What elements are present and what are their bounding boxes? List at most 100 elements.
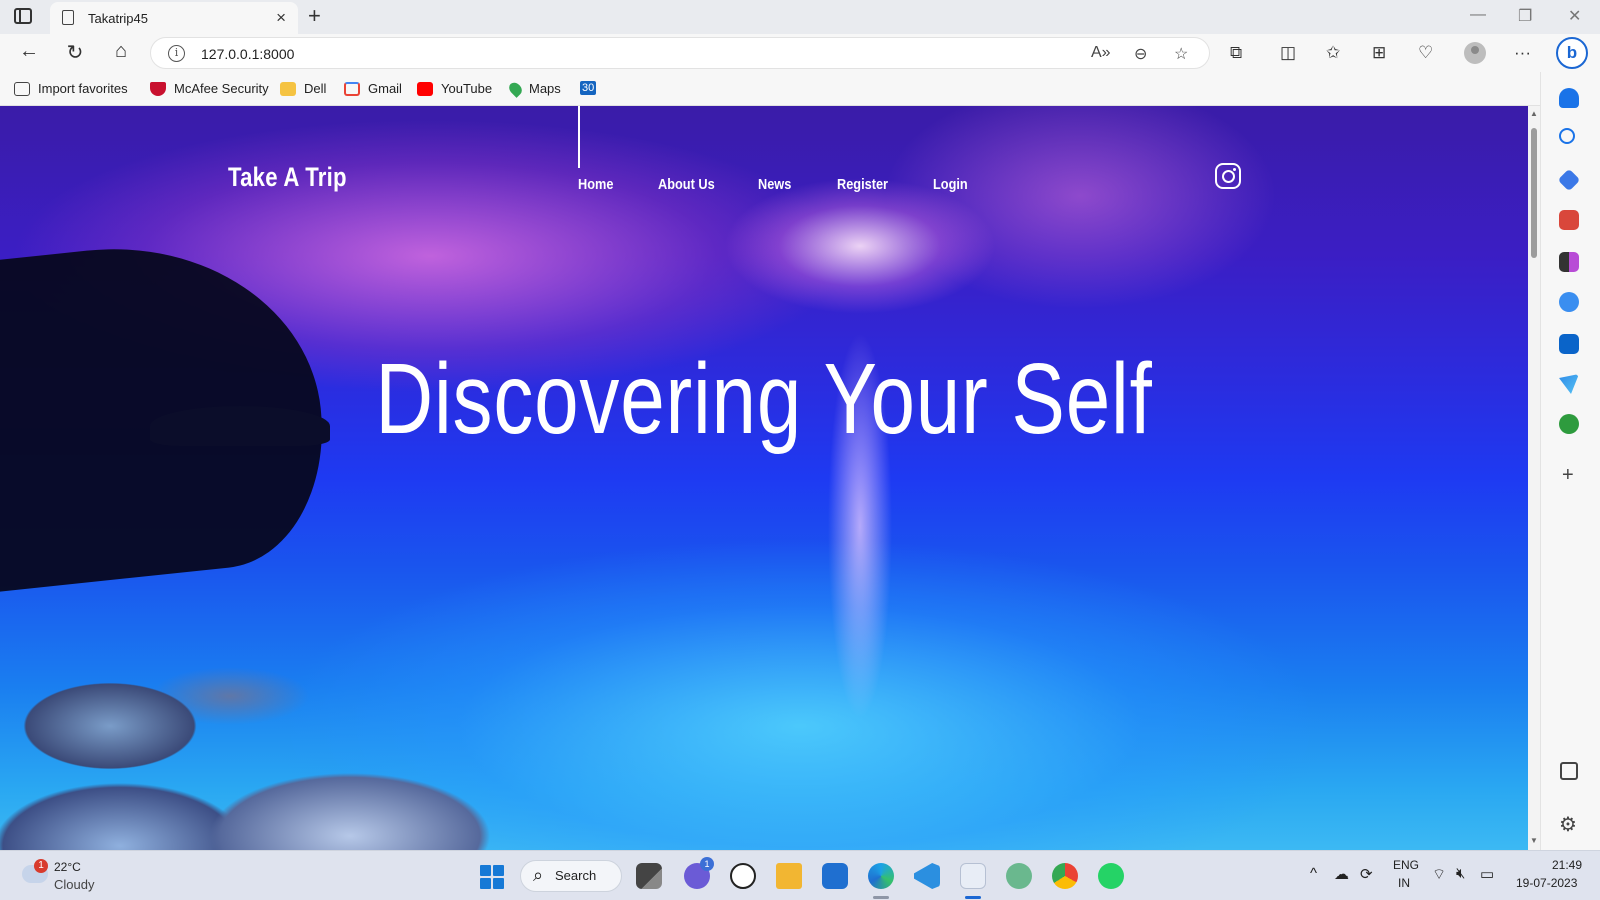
web-page-viewport: Take A Trip Home About Us News Register … — [0, 106, 1528, 850]
nav-login[interactable]: Login — [933, 176, 968, 193]
instagram-icon[interactable] — [1215, 163, 1241, 189]
onedrive-cloud-icon[interactable]: ☁ — [1334, 865, 1349, 883]
close-window-icon[interactable]: ✕ — [1568, 6, 1581, 26]
page-icon — [62, 10, 74, 25]
tab-strip: Takatrip45 × + — ❐ ✕ — [0, 0, 1600, 34]
active-indicator — [965, 896, 981, 899]
microsoft-365-icon[interactable] — [1559, 292, 1579, 312]
favorite-youtube[interactable]: YouTube — [417, 81, 492, 96]
scroll-thumb[interactable] — [1531, 128, 1537, 258]
running-indicator — [873, 896, 889, 899]
shopping-tag-icon[interactable] — [1557, 168, 1581, 192]
favorite-label: Maps — [529, 81, 561, 96]
search-icon[interactable] — [1559, 128, 1575, 144]
clock-date[interactable]: 19-07-2023 — [1516, 876, 1577, 890]
back-icon[interactable]: ← — [16, 40, 42, 63]
bing-copilot-icon[interactable]: b — [1556, 37, 1588, 69]
new-tab-icon[interactable]: + — [308, 3, 321, 29]
games-icon[interactable] — [1559, 252, 1579, 272]
home-icon[interactable]: ⌂ — [108, 40, 134, 63]
weather-temperature[interactable]: 22°C — [54, 860, 81, 874]
speaker-muted-icon[interactable]: 🔇︎ — [1456, 865, 1465, 882]
url-text[interactable]: 127.0.0.1:8000 — [201, 46, 294, 62]
collections-icon[interactable]: ⊞ — [1372, 43, 1386, 63]
zoom-out-icon[interactable]: ⊖ — [1134, 44, 1147, 64]
youtube-icon — [417, 81, 433, 96]
favorites-icon[interactable]: ✩ — [1326, 43, 1340, 63]
scroll-up-icon[interactable]: ▲ — [1530, 109, 1538, 118]
mcafee-icon — [150, 81, 166, 96]
outlook-icon[interactable] — [1559, 334, 1579, 354]
notifications-icon[interactable] — [1559, 88, 1579, 108]
extensions-icon[interactable]: ⧉ — [1230, 43, 1242, 63]
page-scrollbar[interactable]: ▲ ▼ — [1528, 106, 1540, 850]
clock-time[interactable]: 21:49 — [1552, 858, 1582, 872]
favorite-import[interactable]: Import favorites — [14, 81, 128, 96]
nav-about-us[interactable]: About Us — [658, 176, 715, 193]
close-tab-icon[interactable]: × — [276, 8, 286, 28]
sync-icon[interactable]: ⟳ — [1360, 865, 1373, 883]
favorite-star-icon[interactable]: ☆ — [1174, 44, 1188, 64]
favorite-label: McAfee Security — [174, 81, 269, 96]
add-sidebar-app-icon[interactable]: + — [1562, 464, 1574, 487]
scroll-down-icon[interactable]: ▼ — [1530, 836, 1538, 845]
file-explorer-icon[interactable] — [776, 863, 802, 889]
taskbar-search[interactable]: Search — [520, 860, 622, 892]
address-bar[interactable]: i 127.0.0.1:8000 A» ⊖ ☆ — [150, 37, 1210, 69]
favorite-label: Gmail — [368, 81, 402, 96]
region-indicator[interactable]: IN — [1398, 876, 1410, 890]
shore-rocks — [0, 666, 670, 850]
vs-code-icon[interactable] — [914, 863, 940, 889]
weather-badge: 1 — [34, 859, 48, 873]
start-windows-icon[interactable] — [480, 865, 504, 889]
maps-icon — [506, 79, 525, 98]
task-view-icon[interactable] — [636, 863, 662, 889]
favorite-label: YouTube — [441, 81, 493, 96]
favorite-calendar[interactable]: 30 — [580, 81, 597, 95]
profile-avatar[interactable] — [1464, 42, 1486, 64]
language-indicator[interactable]: ENG — [1393, 858, 1419, 872]
tree-icon[interactable] — [1559, 414, 1579, 434]
dell-icon[interactable] — [730, 863, 756, 889]
drop-icon[interactable] — [1559, 374, 1579, 394]
settings-gear-icon[interactable]: ⚙ — [1559, 812, 1577, 837]
restore-icon[interactable]: ❐ — [1518, 6, 1532, 26]
tools-icon[interactable] — [1559, 210, 1579, 230]
favorite-label: Dell — [304, 81, 327, 96]
chrome-icon[interactable] — [1052, 863, 1078, 889]
browser-tab[interactable]: Takatrip45 × — [50, 2, 298, 34]
hide-sidebar-icon[interactable] — [1560, 762, 1578, 780]
edge-sidebar: + ⚙ — [1540, 72, 1600, 850]
minimize-icon[interactable]: — — [1470, 6, 1486, 24]
split-screen-icon[interactable]: ◫ — [1280, 43, 1296, 63]
microsoft-store-icon[interactable] — [822, 863, 848, 889]
hero-title: Discovering Your Self — [375, 343, 1153, 455]
wifi-icon[interactable]: ⌔ — [1432, 865, 1446, 884]
site-info-icon[interactable]: i — [168, 45, 185, 62]
battery-icon[interactable]: ▭ — [1480, 865, 1494, 883]
favorite-dell[interactable]: Dell — [280, 81, 326, 96]
favorites-bar: Import favorites McAfee Security Dell Gm… — [0, 72, 1600, 106]
weather-description[interactable]: Cloudy — [54, 877, 94, 892]
chatgpt-app-icon[interactable] — [1006, 863, 1032, 889]
tab-title: Takatrip45 — [88, 11, 148, 26]
nav-register[interactable]: Register — [837, 176, 888, 193]
nav-divider-line — [578, 106, 580, 168]
whatsapp-icon[interactable] — [1098, 863, 1124, 889]
read-aloud-icon[interactable]: A» — [1091, 44, 1111, 62]
refresh-icon[interactable]: ↻ — [62, 40, 88, 65]
more-menu-icon[interactable]: ··· — [1514, 43, 1531, 63]
nav-home[interactable]: Home — [578, 176, 613, 193]
site-logo[interactable]: Take A Trip — [228, 162, 347, 193]
windows-taskbar: 1 22°C Cloudy Search 1 ^ ☁ ⟳ ENG IN ⌔ 🔇︎… — [0, 850, 1600, 900]
show-hidden-icons-chevron-icon[interactable]: ^ — [1310, 865, 1317, 882]
favorite-gmail[interactable]: Gmail — [344, 81, 402, 96]
favorite-maps[interactable]: Maps — [506, 79, 561, 98]
nav-news[interactable]: News — [758, 176, 791, 193]
favorite-mcafee[interactable]: McAfee Security — [150, 81, 269, 96]
browser-essentials-icon[interactable]: ♡ — [1418, 43, 1433, 63]
snipping-tool-icon[interactable] — [960, 863, 986, 889]
tab-actions-icon[interactable] — [14, 8, 32, 24]
browser-toolbar: ← ↻ ⌂ i 127.0.0.1:8000 A» ⊖ ☆ ⧉ ◫ ✩ ⊞ ♡ … — [0, 34, 1600, 72]
edge-browser-icon[interactable] — [868, 863, 894, 889]
